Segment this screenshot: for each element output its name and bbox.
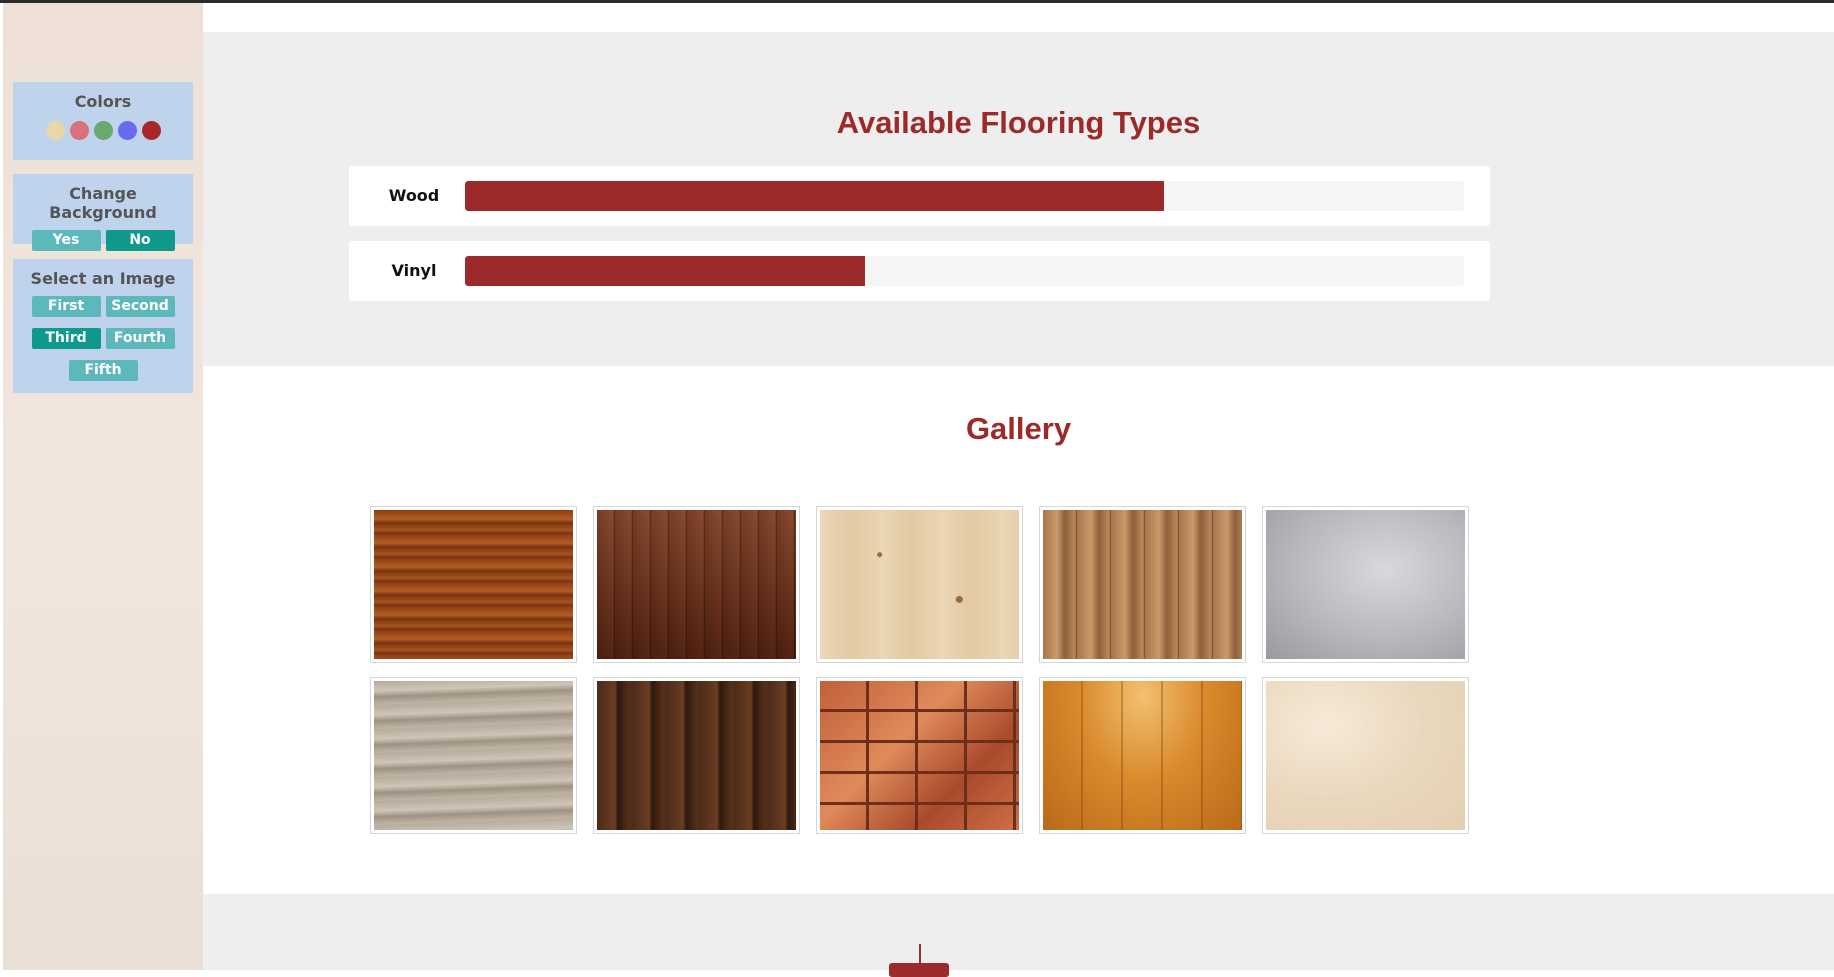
gallery-image-weathered-wood <box>374 681 573 830</box>
gallery-image-stone-wall <box>820 681 1019 830</box>
flooring-types-section: Available Flooring Types Wood Vinyl <box>203 32 1834 366</box>
colors-title: Colors <box>74 92 132 111</box>
color-swatch-blue[interactable] <box>117 121 137 140</box>
timeline-badge <box>889 963 949 977</box>
gallery-thumb[interactable] <box>593 506 800 663</box>
gallery-image-pine-wood <box>820 510 1019 659</box>
gallery-thumb[interactable] <box>1262 677 1469 834</box>
color-swatch-pink[interactable] <box>69 121 89 140</box>
gallery-thumb[interactable] <box>593 677 800 834</box>
background-yes-button[interactable]: Yes <box>31 230 101 251</box>
gallery-image-laminate <box>1043 681 1242 830</box>
gallery-image-marble <box>1266 681 1465 830</box>
flooring-types-title: Available Flooring Types <box>836 105 1201 140</box>
color-swatch-green[interactable] <box>93 121 113 140</box>
skill-bar-vinyl <box>465 256 865 286</box>
image-second-button[interactable]: Second <box>105 296 175 317</box>
timeline-section <box>203 894 1834 977</box>
gallery-thumb[interactable] <box>370 506 577 663</box>
gallery-image-dark-orange-wood <box>374 510 573 659</box>
image-fifth-button[interactable]: Fifth <box>68 360 138 381</box>
skill-label-wood: Wood <box>388 186 440 205</box>
gallery-thumb[interactable] <box>1262 506 1469 663</box>
skill-bar-wood <box>465 181 1165 211</box>
gallery-thumb[interactable] <box>370 677 577 834</box>
image-fourth-button[interactable]: Fourth <box>105 328 175 349</box>
gallery-thumb[interactable] <box>1039 677 1246 834</box>
background-no-button[interactable]: No <box>105 230 175 251</box>
color-swatch-cream[interactable] <box>45 121 65 140</box>
color-swatch-red[interactable] <box>141 121 161 140</box>
skill-track-vinyl <box>465 256 1464 286</box>
skill-label-vinyl: Vinyl <box>391 261 437 280</box>
gallery-title: Gallery <box>965 411 1072 446</box>
style-switcher-panel: Colors Change Background Yes No Select a… <box>3 3 203 970</box>
skill-card-vinyl: Vinyl <box>349 241 1490 301</box>
colors-box: Colors <box>13 82 193 160</box>
image-select-box: Select an Image First Second Third Fourt… <box>13 259 193 393</box>
skill-card-wood: Wood <box>349 166 1490 226</box>
image-first-button[interactable]: First <box>31 296 101 317</box>
gallery-thumb[interactable] <box>1039 506 1246 663</box>
skill-track-wood <box>465 181 1464 211</box>
gallery-image-dark-wood <box>597 681 796 830</box>
gallery-image-perspective-planks <box>597 510 796 659</box>
gallery-section: Gallery <box>203 366 1834 894</box>
background-box: Change Background Yes No <box>13 174 193 251</box>
color-swatches <box>13 121 193 140</box>
image-select-title: Select an Image <box>30 269 176 288</box>
background-title: Change Background <box>49 184 157 222</box>
gallery-image-rustic-planks <box>1043 510 1242 659</box>
image-third-button[interactable]: Third <box>31 328 101 349</box>
top-border <box>0 0 1834 3</box>
gallery-thumb[interactable] <box>816 677 1023 834</box>
gallery-thumb[interactable] <box>816 506 1023 663</box>
gallery-image-grey-wood <box>1266 510 1465 659</box>
